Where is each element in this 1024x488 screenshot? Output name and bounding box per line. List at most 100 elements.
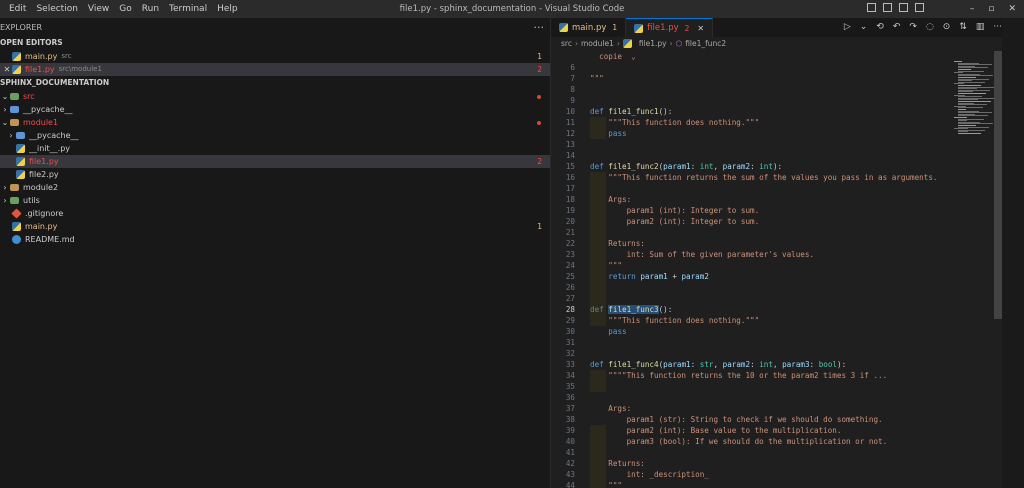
line-number: 40 — [565, 437, 575, 446]
vertical-scrollbar[interactable] — [994, 51, 1002, 319]
tab-file1-py[interactable]: file1.py 2 ✕ — [626, 18, 714, 37]
code-line[interactable]: 12 pass — [551, 128, 951, 139]
tab-main-py[interactable]: main.py 1 — [551, 18, 627, 37]
tree-item-file1[interactable]: file1.py 2 — [0, 155, 550, 168]
code-line[interactable]: 39 param2 (int): Base value to the multi… — [551, 425, 951, 436]
breadcrumb-symbol[interactable]: file1_func2 — [685, 37, 726, 50]
code-line[interactable]: 6 — [551, 62, 951, 73]
python-file-icon — [622, 39, 632, 48]
tree-item-src[interactable]: ⌄ src — [0, 90, 550, 103]
code-line[interactable]: 8 — [551, 84, 951, 95]
indent-guide — [590, 172, 606, 326]
toggle-sidebar-icon[interactable] — [867, 3, 876, 12]
menu-view[interactable]: View — [83, 0, 114, 18]
close-icon[interactable]: ✕ — [697, 24, 704, 33]
split-editor-icon[interactable]: ▥ — [976, 22, 985, 32]
code-editor[interactable]: copie ⌄ 6 7 """ 8 9 10 def file1_func1(): 11 """… — [551, 51, 951, 488]
code-line[interactable]: 43 int: _description_ — [551, 469, 951, 480]
code-line[interactable]: 36 — [551, 392, 951, 403]
code-line[interactable]: 13 — [551, 139, 951, 150]
code-line[interactable]: 20 param2 (int): Integer to sum. — [551, 216, 951, 227]
code-line[interactable]: 22 Returns: — [551, 238, 951, 249]
restore-button[interactable]: ▫ — [988, 4, 994, 14]
code-line[interactable]: 11 """This function does nothing.""" — [551, 117, 951, 128]
tree-item-gitignore[interactable]: .gitignore — [0, 207, 550, 220]
tree-item-module1[interactable]: ⌄ module1 — [0, 116, 550, 129]
code-line[interactable]: 44 """ — [551, 480, 951, 488]
tree-item-pycache[interactable]: › __pycache__ — [0, 103, 550, 116]
open-editors-title[interactable]: OPEN EDITORS — [0, 36, 550, 50]
code-line[interactable]: 33 def file1_func4(param1: str, param2: i… — [551, 359, 951, 370]
code-line[interactable]: 25 return param1 + param2 — [551, 271, 951, 282]
breadcrumb-module1[interactable]: module1 — [581, 37, 614, 50]
menu-selection[interactable]: Selection — [31, 0, 82, 18]
customize-layout-icon[interactable] — [915, 3, 924, 12]
code-line[interactable]: 30 pass — [551, 326, 951, 337]
code-line[interactable]: 32 — [551, 348, 951, 359]
breadcrumb-file[interactable]: file1.py — [639, 37, 667, 50]
close-icon[interactable]: ✕ — [2, 63, 12, 76]
minimize-button[interactable]: – — [970, 4, 975, 14]
code-line[interactable]: 23 int: Sum of the given parameter's val… — [551, 249, 951, 260]
code-line[interactable]: 37 Args: — [551, 403, 951, 414]
more-actions-icon[interactable]: ··· — [993, 22, 1002, 32]
code-line[interactable]: 40 param3 (bool): If we should do the mu… — [551, 436, 951, 447]
menu-run[interactable]: Run — [137, 0, 164, 18]
previous-change-icon[interactable]: ↶ — [893, 22, 901, 32]
code-line[interactable]: copie ⌄ — [551, 51, 951, 62]
code-line[interactable]: 26 — [551, 282, 951, 293]
code-line[interactable]: 31 — [551, 337, 951, 348]
code-line[interactable]: 15 def file1_func2(param1: int, param2: i… — [551, 161, 951, 172]
code-line[interactable]: 19 param1 (int): Integer to sum. — [551, 205, 951, 216]
more-actions-icon[interactable]: ··· — [534, 21, 545, 34]
toggle-panel-icon[interactable] — [883, 3, 892, 12]
code-line[interactable]: 10 def file1_func1(): — [551, 106, 951, 117]
toggle-inline-icon[interactable]: ◌ — [926, 22, 934, 32]
menu-edit[interactable]: Edit — [4, 0, 31, 18]
code-line[interactable]: 35 — [551, 381, 951, 392]
run-icon[interactable]: ▷ — [844, 22, 851, 32]
tree-item-pycache[interactable]: › __pycache__ — [0, 129, 550, 142]
tree-item-readme[interactable]: README.md — [0, 233, 550, 246]
line-number: 25 — [565, 272, 575, 281]
code-line[interactable]: 42 Returns: — [551, 458, 951, 469]
code-line[interactable]: 24 """ — [551, 260, 951, 271]
code-line[interactable]: 41 — [551, 447, 951, 458]
breadcrumb-src[interactable]: src — [561, 37, 572, 50]
toggle-secondary-sidebar-icon[interactable] — [899, 3, 908, 12]
compare-icon[interactable]: ⇅ — [959, 22, 967, 32]
code-line[interactable]: 18 Args: — [551, 194, 951, 205]
code-line[interactable]: 7 """ — [551, 73, 951, 84]
code-text: Args: — [590, 404, 632, 413]
menu-help[interactable]: Help — [212, 0, 243, 18]
workspace-title[interactable]: SPHINX_DOCUMENTATION — [0, 76, 550, 90]
code-line[interactable]: 29 """This function does nothing.""" — [551, 315, 951, 326]
open-editor-item[interactable]: main.py src 1 — [0, 50, 550, 63]
code-line[interactable]: 14 — [551, 150, 951, 161]
tree-item-init[interactable]: __init__.py — [0, 142, 550, 155]
open-editor-item[interactable]: ✕ file1.py src\module1 2 — [0, 63, 550, 76]
problem-count-badge: 1 — [537, 222, 542, 231]
copilot-icon[interactable]: ⊙ — [943, 22, 951, 32]
open-changes-icon[interactable]: ⟲ — [876, 22, 884, 32]
code-line[interactable]: 9 — [551, 95, 951, 106]
code-line[interactable]: 16 """This function returns the sum of t… — [551, 172, 951, 183]
tree-item-main[interactable]: main.py 1 — [0, 220, 550, 233]
close-window-button[interactable]: ✕ — [1008, 4, 1016, 14]
next-change-icon[interactable]: ↷ — [909, 22, 917, 32]
code-line[interactable]: 38 param1 (str): String to check if we s… — [551, 414, 951, 425]
code-line[interactable]: 28 def file1_func3(): — [551, 304, 951, 315]
code-line[interactable]: 27 — [551, 293, 951, 304]
minimap[interactable] — [954, 51, 998, 488]
line-number: 43 — [565, 470, 575, 479]
menu-go[interactable]: Go — [114, 0, 136, 18]
tree-item-file2[interactable]: file2.py — [0, 168, 550, 181]
code-line[interactable]: 34 """"This function returns the 10 or t… — [551, 370, 951, 381]
code-line[interactable]: 21 — [551, 227, 951, 238]
menu-terminal[interactable]: Terminal — [164, 0, 212, 18]
tree-item-module2[interactable]: › module2 — [0, 181, 550, 194]
run-dropdown-icon[interactable]: ⌄ — [860, 22, 868, 32]
tree-item-utils[interactable]: › utils — [0, 194, 550, 207]
code-line[interactable]: 17 — [551, 183, 951, 194]
python-file-icon — [12, 65, 21, 74]
